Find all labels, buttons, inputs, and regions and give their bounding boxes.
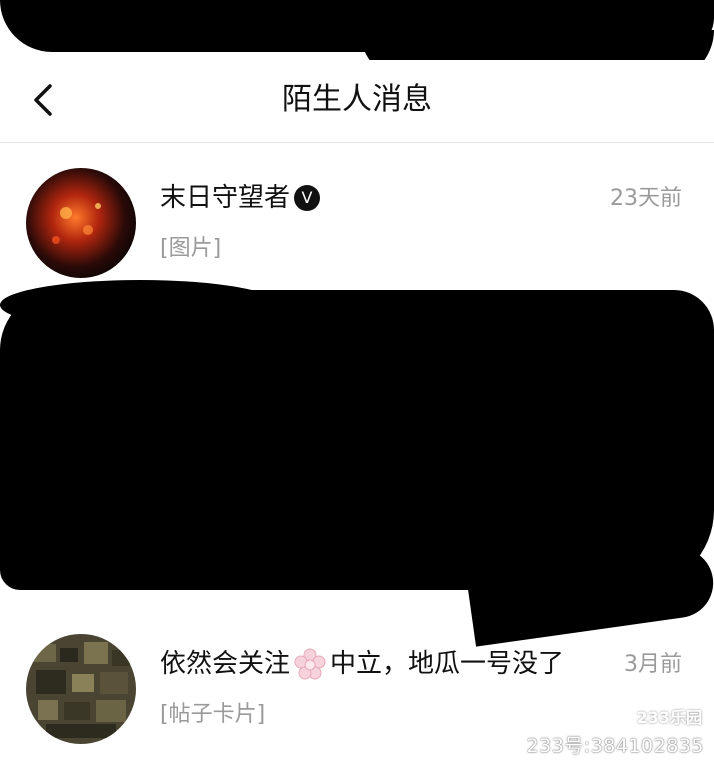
watermark-text: 233号:384102835 <box>526 735 704 757</box>
contact-name-part1: 依然会关注 <box>160 649 291 679</box>
verified-icon: V <box>294 185 321 211</box>
flower-icon <box>294 648 326 680</box>
message-time: 3月前 <box>624 652 682 677</box>
message-time: 23天前 <box>610 186 682 211</box>
avatar-image <box>26 634 136 744</box>
header-bar: 陌生人消息 <box>0 60 714 143</box>
message-preview: [图片] <box>160 236 222 261</box>
redaction-middle <box>0 290 714 590</box>
page-title: 陌生人消息 <box>282 82 432 117</box>
contact-name-part2: 中立，地瓜一号没了 <box>330 649 565 679</box>
contact-name: 末日守望者 V <box>160 182 321 214</box>
watermark-logo: 233乐园 <box>636 708 702 727</box>
contact-name-text: 末日守望者 <box>160 183 291 213</box>
redaction-middle-top <box>0 280 280 330</box>
avatar[interactable] <box>26 634 136 744</box>
avatar-image <box>26 168 136 278</box>
conversation-item[interactable]: 末日守望者 V 23天前 [图片] <box>0 168 714 288</box>
contact-name: 依然会关注 中立，地瓜一号没了 <box>160 648 564 680</box>
message-preview: [帖子卡片] <box>160 702 266 727</box>
avatar[interactable] <box>26 168 136 278</box>
